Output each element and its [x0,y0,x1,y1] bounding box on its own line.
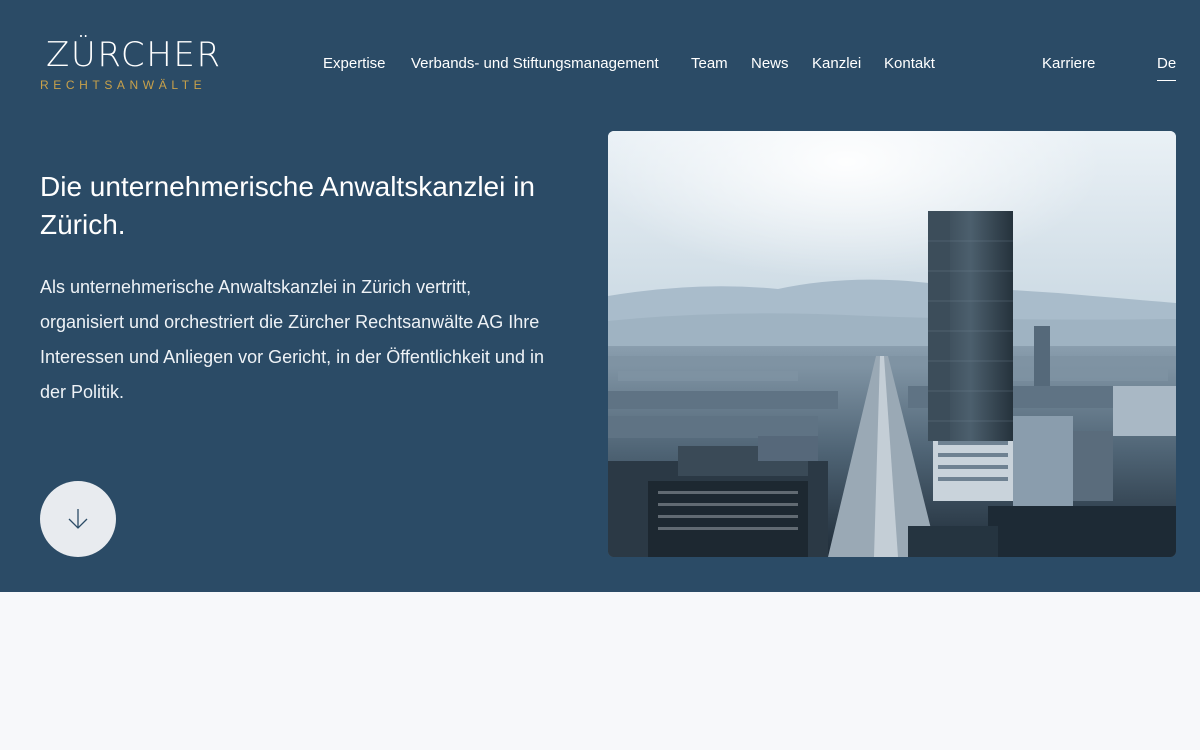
nav-item-kanzlei[interactable]: Kanzlei [812,54,861,74]
nav-item-kontakt[interactable]: Kontakt [884,54,935,74]
hero-intro-text: Als unternehmerische Anwaltskanzlei in Z… [40,277,544,402]
nav-item-karriere[interactable]: Karriere [1042,54,1095,74]
nav-item-verbands-stiftungsmanagement[interactable]: Verbands- und Stiftungsmanagement [411,54,659,74]
logo-subtitle: RECHTSANWÄLTE [40,78,207,92]
nav-item-team[interactable]: Team [691,54,728,74]
nav-item-news[interactable]: News [751,54,789,74]
scroll-down-button[interactable] [40,481,116,557]
nav-item-expertise[interactable]: Expertise [323,54,386,74]
arrow-down-icon [68,509,88,529]
main-navigation: Expertise Verbands- und Stiftungsmanagem… [0,54,1200,81]
language-switch[interactable]: De [1157,54,1177,81]
hero-city-image [608,131,1176,557]
hero-headline: Die unternehmerische Anwaltskanzlei in Z… [40,171,535,240]
hero-section: ZÜRCHER RECHTSANWÄLTE Expertise Verbands… [0,0,1200,592]
